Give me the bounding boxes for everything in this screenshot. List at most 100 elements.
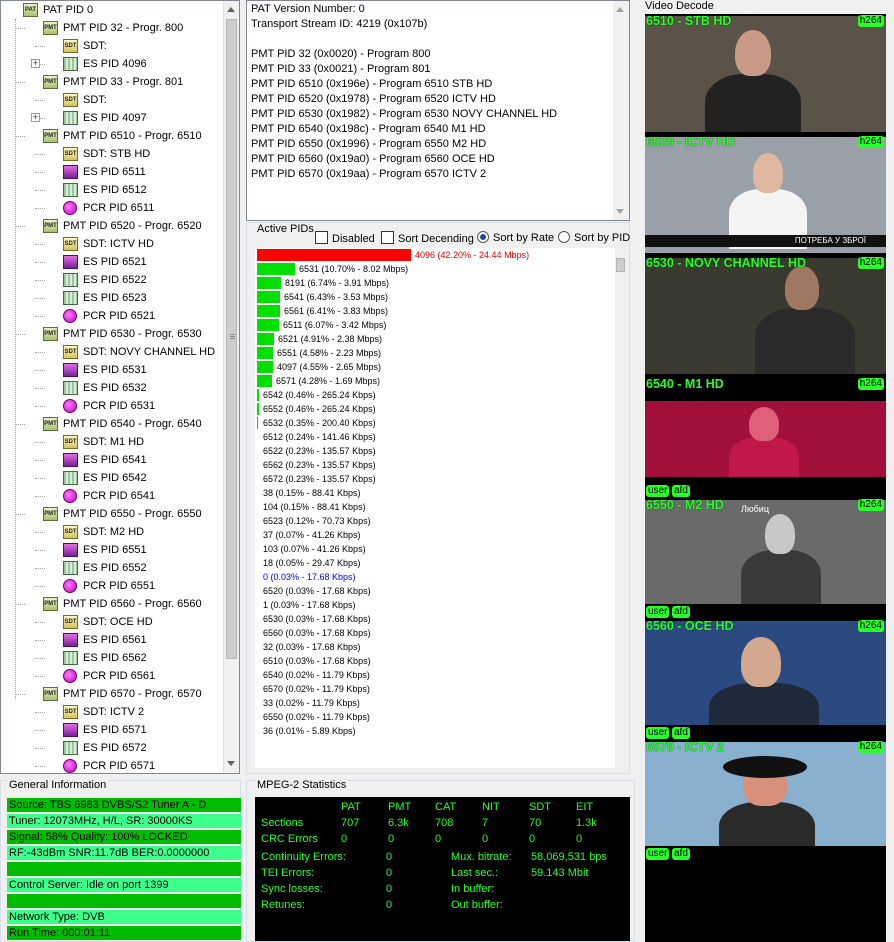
tree-node[interactable]: ES PID 6512 [1,181,223,199]
tree-node[interactable]: PMT PMT PID 6570 - Progr. 6570 [1,685,223,703]
pid-rate-row[interactable]: 38 (0.15% - 88.41 Kbps) [257,486,613,500]
pid-rate-row[interactable]: 0 (0.03% - 17.68 Kbps) [257,570,613,584]
tree-node[interactable]: SDT SDT: M1 HD [1,433,223,451]
tree-node[interactable]: ES PID 6561 [1,631,223,649]
pid-rate-row[interactable]: 6523 (0.12% - 70.73 Kbps) [257,514,613,528]
tree-node[interactable]: ES PID 6541 [1,451,223,469]
checkbox-icon[interactable] [315,231,328,244]
expand-icon[interactable]: + [31,113,40,122]
tree-node[interactable]: SDT SDT: NOVY CHANNEL HD [1,343,223,361]
tree-node[interactable]: ES PID 6521 [1,253,223,271]
tree-node[interactable]: ES PID 6522 [1,271,223,289]
tree-node[interactable]: PMT PMT PID 6510 - Progr. 6510 [1,127,223,145]
pid-rate-row[interactable]: 6571 (4.28% - 1.69 Mbps) [257,374,613,388]
tree-node[interactable]: PMT PMT PID 6540 - Progr. 6540 [1,415,223,433]
tree-scroll-thumb[interactable] [226,19,237,659]
pid-rate-row[interactable]: 6561 (6.41% - 3.83 Mbps) [257,304,613,318]
pid-rate-row[interactable]: 33 (0.02% - 11.79 Kbps) [257,696,613,710]
pid-rate-row[interactable]: 8191 (6.74% - 3.91 Mbps) [257,276,613,290]
pids-scroll-thumb[interactable] [616,258,625,272]
pid-rate-row[interactable]: 6511 (6.07% - 3.42 Mbps) [257,318,613,332]
expand-icon[interactable]: + [31,59,40,68]
tree-node[interactable]: ES PID 6523 [1,289,223,307]
tree-node[interactable]: SDT SDT: [1,91,223,109]
tree-node[interactable]: ES PID 6571 [1,721,223,739]
tree-node[interactable]: PMT PMT PID 33 - Progr. 801 [1,73,223,91]
pid-rate-row[interactable]: 6520 (0.03% - 17.68 Kbps) [257,584,613,598]
pid-rate-row[interactable]: 6570 (0.02% - 11.79 Kbps) [257,682,613,696]
pid-rate-row[interactable]: 6562 (0.23% - 135.57 Kbps) [257,458,613,472]
pid-rate-row[interactable]: 103 (0.07% - 41.26 Kbps) [257,542,613,556]
tree-node[interactable]: SDT SDT: M2 HD [1,523,223,541]
info-textbox[interactable]: PAT Version Number: 0 Transport Stream ID… [246,0,630,221]
tree-node[interactable]: PCR PID 6511 [1,199,223,217]
video-tile[interactable]: 6540 - M1 HD h264 user afd [645,377,886,498]
tree-node[interactable]: ES PID 6551 [1,541,223,559]
pid-rate-row[interactable]: 6512 (0.24% - 141.46 Kbps) [257,430,613,444]
tree-node[interactable]: PCR PID 6531 [1,397,223,415]
tree-node[interactable]: PMT PMT PID 6560 - Progr. 6560 [1,595,223,613]
scroll-up-icon[interactable] [227,7,235,12]
pid-rate-row[interactable]: 6532 (0.35% - 200.40 Kbps) [257,416,613,430]
checkbox-icon[interactable] [381,231,394,244]
tree-scrollbar[interactable] [223,1,239,773]
pid-rate-row[interactable]: 6541 (6.43% - 3.53 Mbps) [257,290,613,304]
tree-node[interactable]: PMT PMT PID 6520 - Progr. 6520 [1,217,223,235]
tree-node[interactable]: PCR PID 6541 [1,487,223,505]
pid-rate-row[interactable]: 6530 (0.03% - 17.68 Kbps) [257,612,613,626]
tree-node[interactable]: ES PID 6562 [1,649,223,667]
tree-node[interactable]: ES PID 6542 [1,469,223,487]
tree-node[interactable]: SDT SDT: ICTV HD [1,235,223,253]
pid-rate-row[interactable]: 4096 (42.20% - 24.44 Mbps) [257,248,613,262]
tree-node[interactable]: ES PID 6531 [1,361,223,379]
tree-node[interactable]: ES PID 6552 [1,559,223,577]
tree-node[interactable]: PMT PMT PID 6550 - Progr. 6550 [1,505,223,523]
pid-rate-row[interactable]: 6542 (0.46% - 265.24 Kbps) [257,388,613,402]
pid-rate-row[interactable]: 6550 (0.02% - 11.79 Kbps) [257,710,613,724]
pids-scrollbar[interactable] [615,248,627,770]
pid-rate-row[interactable]: 1 (0.03% - 17.68 Kbps) [257,598,613,612]
video-tile[interactable]: 6560 - OCE HD h264 user afd [645,619,886,740]
pid-rate-row[interactable]: 104 (0.15% - 88.41 Kbps) [257,500,613,514]
tree-node[interactable]: + ES PID 4097 [1,109,223,127]
pid-rate-row[interactable]: 6540 (0.02% - 11.79 Kbps) [257,668,613,682]
pid-rate-row[interactable]: 36 (0.01% - 5.89 Kbps) [257,724,613,738]
tree-node[interactable]: PMT PMT PID 6530 - Progr. 6530 [1,325,223,343]
tree-node[interactable]: ES PID 6511 [1,163,223,181]
tree-node[interactable]: ES PID 6572 [1,739,223,757]
tree-node[interactable]: SDT SDT: [1,37,223,55]
tree-node[interactable]: SDT SDT: ICTV 2 [1,703,223,721]
video-tile[interactable]: 6510 - STB HD h264 [645,14,886,135]
tree-node[interactable]: SDT SDT: STB HD [1,145,223,163]
tree-node[interactable]: PMT PMT PID 32 - Progr. 800 [1,19,223,37]
tree-node[interactable]: PAT PAT PID 0 [1,1,223,19]
video-tile[interactable]: Любиц 6550 - M2 HD h264 user afd [645,498,886,619]
pid-rate-row[interactable]: 6551 (4.58% - 2.23 Mbps) [257,346,613,360]
pid-rate-row[interactable]: 6521 (4.91% - 2.38 Mbps) [257,332,613,346]
scroll-down-icon[interactable] [616,209,624,214]
tree-node[interactable]: + ES PID 4096 [1,55,223,73]
info-scrollbar[interactable] [613,1,629,220]
scroll-up-icon[interactable] [616,7,624,12]
tree-node[interactable]: ES PID 6532 [1,379,223,397]
video-tile[interactable]: ПОТРЕБА У ЗБРОЇ 6520 - ICTV HD h264 [645,135,886,256]
tree-node[interactable]: PCR PID 6571 [1,757,223,773]
pid-rate-row[interactable]: 6510 (0.03% - 17.68 Kbps) [257,654,613,668]
radio-selected-icon[interactable] [477,231,489,243]
sort-by-pid-radio[interactable]: Sort by PID [558,231,630,244]
pid-rate-row[interactable]: 37 (0.07% - 41.26 Kbps) [257,528,613,542]
pid-rate-row[interactable]: 18 (0.05% - 29.47 Kbps) [257,556,613,570]
pid-rate-row[interactable]: 32 (0.03% - 17.68 Kbps) [257,640,613,654]
radio-icon[interactable] [558,231,570,243]
tree-node[interactable]: PCR PID 6561 [1,667,223,685]
tree-node[interactable]: SDT SDT: OCE HD [1,613,223,631]
pid-rate-row[interactable]: 6531 (10.70% - 8.02 Mbps) [257,262,613,276]
sort-by-rate-radio[interactable]: Sort by Rate [477,231,554,244]
tree-node[interactable]: PCR PID 6521 [1,307,223,325]
active-pids-list[interactable]: 4096 (42.20% - 24.44 Mbps) 6531 (10.70% -… [255,248,615,768]
pid-rate-row[interactable]: 6522 (0.23% - 135.57 Kbps) [257,444,613,458]
pid-tree[interactable]: PAT PAT PID 0 PMT PMT PID 32 - Progr. 800 SD… [0,0,240,774]
sort-descending-checkbox[interactable]: Sort Decending [381,231,474,245]
scroll-down-icon[interactable] [227,761,235,766]
pid-rate-row[interactable]: 6552 (0.46% - 265.24 Kbps) [257,402,613,416]
